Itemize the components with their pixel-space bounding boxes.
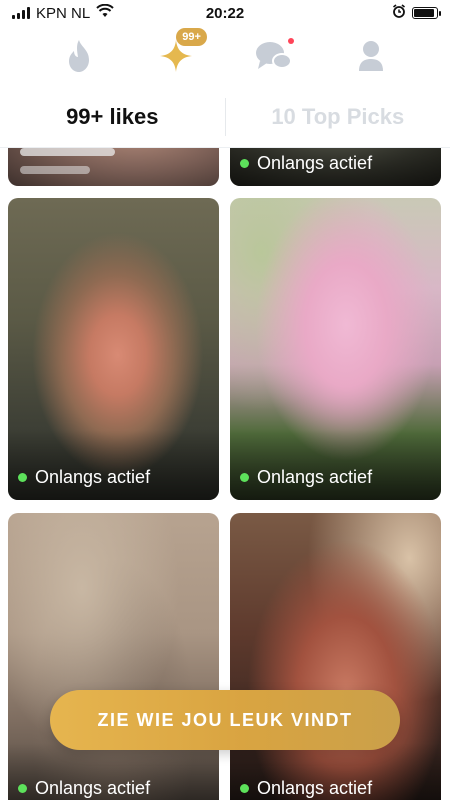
status-bar: KPN NL 20:22 <box>0 0 450 26</box>
profile-icon <box>359 41 384 71</box>
battery-icon <box>412 7 441 19</box>
top-navigation: 99+ <box>0 26 450 86</box>
nav-discover[interactable] <box>51 28 107 84</box>
flame-icon <box>68 40 89 72</box>
profile-card[interactable]: Onlangs actief <box>8 513 219 800</box>
online-dot <box>240 473 249 482</box>
activity-status: Onlangs actief <box>18 778 150 799</box>
online-dot <box>18 784 27 793</box>
tab-likes[interactable]: 99+ likes <box>0 104 225 130</box>
activity-label: Onlangs actief <box>257 467 373 487</box>
online-dot <box>240 159 249 168</box>
activity-label: Onlangs actief <box>257 153 373 173</box>
profile-card[interactable] <box>8 148 219 186</box>
profile-card[interactable]: Onlangs actief <box>230 513 441 800</box>
online-dot <box>240 784 249 793</box>
likes-tabs: 99+ likes 10 Top Picks <box>0 86 450 148</box>
detail-placeholder <box>20 166 90 174</box>
see-who-likes-you-button[interactable]: ZIE WIE JOU LEUK VINDT <box>50 690 400 750</box>
activity-status: Onlangs actief <box>240 153 372 174</box>
name-placeholder <box>20 148 115 156</box>
nav-messages[interactable] <box>246 28 302 84</box>
profile-card[interactable]: Onlangs actief <box>8 198 219 500</box>
activity-label: Onlangs actief <box>35 778 151 798</box>
activity-status: Onlangs actief <box>18 467 150 488</box>
activity-label: Onlangs actief <box>257 778 373 798</box>
carrier-label: KPN NL <box>36 4 91 22</box>
nav-profile[interactable] <box>343 28 399 84</box>
chat-bubbles-icon <box>255 42 292 69</box>
activity-status: Onlangs actief <box>240 467 372 488</box>
likes-count-badge: 99+ <box>176 28 207 46</box>
nav-likes[interactable]: 99+ <box>148 28 207 84</box>
tab-top-picks[interactable]: 10 Top Picks <box>226 104 450 130</box>
alarm-icon <box>392 4 406 22</box>
notification-dot <box>287 38 294 44</box>
activity-status: Onlangs actief <box>240 778 372 799</box>
profile-card[interactable]: Onlangs actief <box>230 198 441 500</box>
wifi-icon <box>96 3 114 22</box>
online-dot <box>18 473 27 482</box>
signal-icon <box>12 7 30 19</box>
profile-card[interactable]: Onlangs actief <box>230 148 441 186</box>
activity-label: Onlangs actief <box>35 467 151 487</box>
